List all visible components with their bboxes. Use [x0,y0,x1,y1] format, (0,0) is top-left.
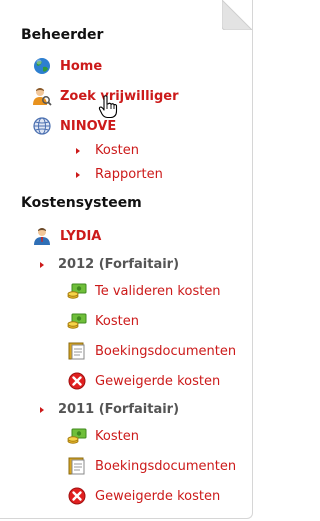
nav-item-2012-boekingsdocumenten[interactable]: Boekingsdocumenten [67,341,236,361]
nav-item-lydia[interactable]: LYDIA [32,226,101,246]
network-globe-icon [32,116,52,136]
reject-icon [67,486,87,506]
nav-item-2012-geweigerde-kosten[interactable]: Geweigerde kosten [67,371,220,391]
page-corner-fold [222,0,252,30]
nav-label-2012-geweigerde-kosten: Geweigerde kosten [95,373,221,389]
nav-item-home[interactable]: Home [32,56,102,76]
bullet-arrow-icon [76,147,80,154]
nav-label-2012-te-valideren-kosten: Te valideren kosten [95,283,221,299]
documents-icon [67,456,87,476]
money-icon [67,426,87,446]
nav-item-rapporten[interactable]: Rapporten [76,167,163,182]
nav-label-year-2012: 2012 (Forfaitair) [58,257,180,272]
nav-label-kosten: Kosten [95,143,139,158]
nav-label-lydia: LYDIA [60,228,102,244]
nav-label-2012-kosten: Kosten [95,313,139,329]
nav-item-2012-te-valideren-kosten[interactable]: Te valideren kosten [67,281,221,301]
nav-item-2012-kosten[interactable]: Kosten [67,311,139,331]
nav-label-year-2011: 2011 (Forfaitair) [58,402,180,417]
nav-label-2011-boekingsdocumenten: Boekingsdocumenten [95,458,237,474]
globe-icon [32,56,52,76]
nav-label-ninove: NINOVE [60,118,117,134]
user-search-icon [32,86,52,106]
nav-label-home: Home [60,58,103,74]
navigation-panel: Beheerder Home Zoek vrijwilliger NINOVE … [0,0,253,519]
nav-label-2011-kosten: Kosten [95,428,139,444]
nav-item-year-2012[interactable]: 2012 (Forfaitair) [40,257,179,272]
nav-item-year-2011[interactable]: 2011 (Forfaitair) [40,402,179,417]
section-title-kostensysteem: Kostensysteem [21,195,142,211]
nav-item-ninove[interactable]: NINOVE [32,116,116,136]
user-icon [32,226,52,246]
nav-label-zoek-vrijwilliger: Zoek vrijwilliger [60,88,179,104]
reject-icon [67,371,87,391]
bullet-arrow-icon [76,171,80,178]
money-icon [67,311,87,331]
bullet-arrow-icon [40,261,44,268]
section-title-beheerder: Beheerder [21,27,104,43]
nav-label-2012-boekingsdocumenten: Boekingsdocumenten [95,343,237,359]
bullet-arrow-icon [40,406,44,413]
nav-item-2011-boekingsdocumenten[interactable]: Boekingsdocumenten [67,456,236,476]
nav-label-2011-geweigerde-kosten: Geweigerde kosten [95,488,221,504]
nav-item-kosten[interactable]: Kosten [76,143,139,158]
nav-item-2011-kosten[interactable]: Kosten [67,426,139,446]
nav-label-rapporten: Rapporten [95,167,163,182]
money-icon [67,281,87,301]
nav-item-2011-geweigerde-kosten[interactable]: Geweigerde kosten [67,486,220,506]
documents-icon [67,341,87,361]
hand-cursor-icon [98,95,118,119]
